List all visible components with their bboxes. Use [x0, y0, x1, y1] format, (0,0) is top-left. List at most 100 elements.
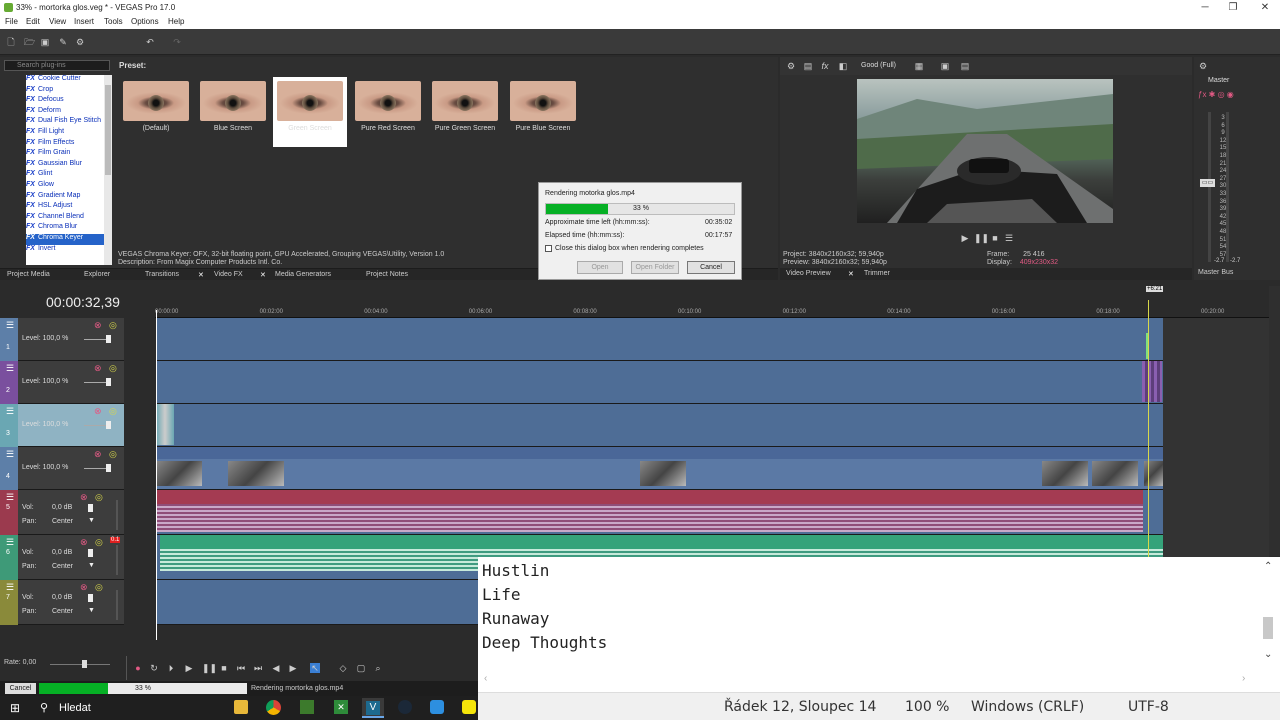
video-clip[interactable] [156, 404, 174, 445]
play-icon[interactable]: ▶ [184, 663, 194, 673]
audio-track-lane[interactable] [156, 490, 1163, 535]
video-track-header[interactable]: ☰ 4 ⊗ ◎ Level: 100,0 % [0, 447, 124, 490]
close-on-complete-checkbox[interactable] [545, 245, 552, 252]
scroll-left-icon[interactable]: ‹ [484, 673, 487, 684]
mute-icon[interactable]: ⊗ [94, 363, 102, 374]
menu-icon[interactable]: ☰ [1004, 233, 1014, 243]
level-slider[interactable] [84, 425, 106, 426]
plugin-list-item[interactable]: FX Deform [26, 107, 104, 118]
taskbar-search-box[interactable]: Hledat [59, 702, 91, 714]
go-to-start-icon[interactable]: ⏮ [236, 663, 246, 673]
rate-slider-handle[interactable] [82, 660, 87, 668]
tab-project-media[interactable]: Project Media [7, 271, 50, 278]
plugin-list-item[interactable]: FX Fill Light [26, 128, 104, 139]
track-menu-icon[interactable]: ☰ [6, 537, 14, 548]
app-icon[interactable] [430, 700, 444, 714]
steam-icon[interactable] [398, 700, 412, 714]
tab-explorer[interactable]: Explorer [84, 271, 110, 278]
scroll-up-icon[interactable]: ⌃ [1264, 561, 1272, 572]
next-frame-icon[interactable]: ▶ [288, 663, 298, 673]
pan-slider-handle[interactable]: ▼ [88, 607, 95, 614]
cancel-status-button[interactable]: Cancel [5, 683, 36, 694]
preset-thumbnail[interactable]: Pure Blue Screen [506, 77, 580, 147]
open-icon[interactable]: 🗁 [24, 37, 35, 47]
volume-slider-handle[interactable] [88, 549, 93, 557]
plugin-list-item[interactable]: FX Chroma Blur [26, 223, 104, 234]
audio-track-header[interactable]: ☰ 7 ⊗ ◎ Vol: 0,0 dB Pan: Center ▼ [0, 580, 124, 625]
preset-thumbnail[interactable]: Pure Red Screen [351, 77, 425, 147]
selection-tool-icon[interactable]: ▢ [356, 663, 366, 673]
video-track-header[interactable]: ☰ 3 ⊗ ◎ Level: 100,0 % [0, 404, 124, 447]
play-from-start-icon[interactable]: ⏵ [166, 663, 176, 673]
video-track-lane[interactable] [156, 447, 1163, 490]
plugin-list-item[interactable]: FX Gaussian Blur [26, 160, 104, 171]
plugin-list-item[interactable]: FX Glint [26, 170, 104, 181]
close-icon[interactable]: ✕ [260, 271, 266, 279]
fx-icon[interactable]: fx [820, 61, 830, 71]
mute-icon[interactable]: ⊗ [94, 320, 102, 331]
mute-icon[interactable]: ⊗ [80, 537, 88, 548]
tab-media-generators[interactable]: Media Generators [275, 271, 331, 278]
close-window-button[interactable]: ✕ [1250, 0, 1280, 15]
stop-icon[interactable]: ■ [219, 663, 229, 673]
scroll-down-icon[interactable]: ⌄ [1264, 649, 1272, 660]
plugin-list-item[interactable]: FX Invert [26, 245, 104, 256]
loop-icon[interactable]: ↻ [149, 663, 159, 673]
grid-icon[interactable]: ▦ [914, 61, 924, 71]
tab-project-notes[interactable]: Project Notes [366, 271, 408, 278]
tab-transitions[interactable]: Transitions [145, 271, 179, 278]
save-as-icon[interactable]: ✎ [58, 37, 68, 47]
go-to-end-icon[interactable]: ⏭ [253, 663, 263, 673]
time-ruler[interactable]: 00:00:00 00:02:00 00:04:00 00:06:00 00:08:00… [155, 302, 1280, 318]
volume-slider-handle[interactable] [88, 504, 93, 512]
video-track-header[interactable]: ☰ 1 ⊗ ◎ Level: 100,0 % [0, 318, 124, 361]
chrome-icon[interactable] [266, 700, 281, 715]
playhead-cursor[interactable] [156, 310, 157, 640]
preset-thumbnail[interactable]: Blue Screen [196, 77, 270, 147]
stop-icon[interactable]: ■ [990, 233, 1000, 243]
timeline-vertical-scrollbar[interactable] [1269, 286, 1280, 556]
tab-master-bus[interactable]: Master Bus [1198, 269, 1233, 276]
master-fader-handle[interactable]: ▭▭ [1200, 179, 1215, 187]
menu-file[interactable]: File [5, 17, 18, 26]
properties-icon[interactable]: ⚙ [75, 37, 85, 47]
plugin-list-item[interactable]: FX Glow [26, 181, 104, 192]
video-clip[interactable] [1142, 361, 1162, 402]
volume-slider-handle[interactable] [88, 594, 93, 602]
zoom-tool-icon[interactable]: ⌕ [373, 663, 383, 673]
minecraft-icon[interactable] [300, 700, 314, 714]
audio-track-header[interactable]: ☰ 5 ⊗ ◎ Vol: 0,0 dB Pan: Center ▼ [0, 490, 124, 535]
track-menu-icon[interactable]: ☰ [6, 320, 14, 331]
plugin-list-scrollbar[interactable] [104, 75, 112, 265]
previous-frame-icon[interactable]: ◀ [271, 663, 281, 673]
redo-icon[interactable]: ↷ [172, 37, 182, 47]
split-screen-icon[interactable]: ◧ [838, 61, 848, 71]
settings-icon[interactable]: ⚙ [786, 61, 796, 71]
solo-icon[interactable]: ◎ [109, 363, 117, 374]
mute-icon[interactable]: ⊗ [94, 449, 102, 460]
open-folder-button[interactable]: Open Folder [631, 261, 679, 274]
video-track-header[interactable]: ☰ 2 ⊗ ◎ Level: 100,0 % [0, 361, 124, 404]
file-explorer-icon[interactable] [234, 700, 248, 714]
track-menu-icon[interactable]: ☰ [6, 449, 14, 460]
search-icon[interactable]: ⚲ [40, 701, 48, 714]
save-snapshot-icon[interactable]: ▤ [960, 61, 970, 71]
level-slider[interactable] [84, 468, 106, 469]
preset-thumbnail[interactable]: Pure Green Screen [428, 77, 502, 147]
plugin-list-item[interactable]: FX Dual Fish Eye Stitch [26, 117, 104, 128]
plugin-list-item[interactable]: FX HSL Adjust [26, 202, 104, 213]
plugin-list-item[interactable]: FX Cookie Cutter [26, 75, 104, 86]
notepad-horizontal-scrollbar[interactable]: ‹ › [478, 669, 1258, 691]
plugin-list-item[interactable]: FX Film Grain [26, 149, 104, 160]
plugin-list-item[interactable]: FX Film Effects [26, 139, 104, 150]
tab-trimmer[interactable]: Trimmer [864, 270, 890, 277]
overlays-icon[interactable]: ▣ [940, 61, 950, 71]
record-icon[interactable]: ● [133, 663, 143, 673]
solo-icon[interactable]: ◎ [95, 492, 103, 503]
mute-icon[interactable]: ⊗ [80, 582, 88, 593]
level-slider-handle[interactable] [106, 421, 111, 429]
solo-icon[interactable]: ◎ [95, 582, 103, 593]
settings-icon[interactable]: ⚙ [1198, 61, 1208, 71]
menu-tools[interactable]: Tools [104, 17, 123, 26]
plugin-list-item[interactable]: FX Channel Blend [26, 213, 104, 224]
